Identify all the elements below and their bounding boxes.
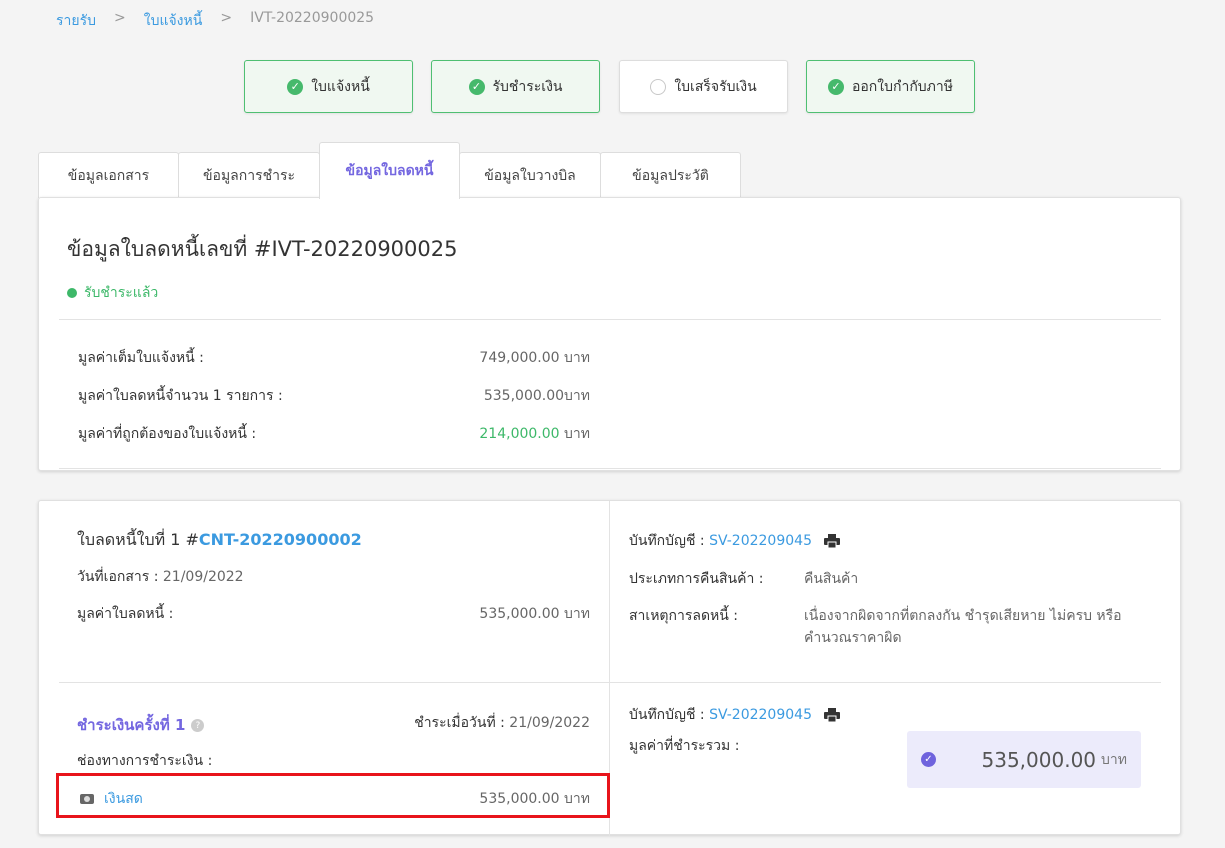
total-paid-unit: บาท <box>1101 751 1127 768</box>
summary-title: ข้อมูลใบลดหนี้เลขที่ #IVT-20220900025 <box>67 237 458 261</box>
full-value: 749,000.00 บาท <box>479 350 590 366</box>
return-type-label: ประเภทการคืนสินค้า : <box>629 571 764 587</box>
printer-icon[interactable] <box>824 708 841 722</box>
step-label: ใบแจ้งหนี้ <box>311 78 370 95</box>
payment-date-value: 21/09/2022 <box>509 715 590 731</box>
reason-line-2: คำนวณราคาผิด <box>804 630 902 646</box>
empty-circle-icon <box>650 78 667 95</box>
breadcrumb-separator: > <box>114 10 126 26</box>
check-circle-icon: ✓ <box>921 752 936 767</box>
account-label: บันทึกบัญชี : <box>629 533 705 549</box>
correct-unit: บาท <box>564 426 590 442</box>
credit-value-label: มูลค่าใบลดหนี้จำนวน 1 รายการ : <box>78 388 283 404</box>
check-circle-icon: ✓ <box>468 78 485 95</box>
payment-account-record: บันทึกบัญชี : SV-202209045 <box>629 704 841 726</box>
return-type-value: คืนสินค้า <box>804 571 859 587</box>
payment-account-link[interactable]: SV-202209045 <box>709 707 812 723</box>
help-icon[interactable]: ? <box>191 719 205 732</box>
step-receive-payment[interactable]: ✓ รับชำระเงิน <box>431 60 600 113</box>
doc-date: วันที่เอกสาร : 21/09/2022 <box>77 566 244 588</box>
status-text: รับชำระแล้ว <box>84 285 159 301</box>
breadcrumb-invoice[interactable]: ใบแจ้งหนี้ <box>144 10 203 32</box>
full-value-label: มูลค่าเต็มใบแจ้งหนี้ : <box>78 350 204 366</box>
total-paid-box: ✓ 535,000.00 บาท <box>907 731 1141 788</box>
credit-value: 535,000.00บาท <box>483 388 590 404</box>
breadcrumb-separator: > <box>220 10 233 26</box>
doc-date-label: วันที่เอกสาร : <box>77 569 159 585</box>
payment-date: ชำระเมื่อวันที่ : 21/09/2022 <box>414 712 590 734</box>
tab-document-info[interactable]: ข้อมูลเอกสาร <box>38 152 179 198</box>
credit-note-value-label: มูลค่าใบลดหนี้ : <box>77 606 174 622</box>
status-dot-icon <box>67 288 77 298</box>
tab-billing-info[interactable]: ข้อมูลใบวางบิล <box>459 152 601 198</box>
status-badge: รับชำระแล้ว <box>67 282 158 304</box>
payment-title: ชำระเงินครั้งที่ 1? <box>77 713 205 737</box>
tab-history-info[interactable]: ข้อมูลประวัติ <box>600 152 741 198</box>
correct-amount: 214,000.00 <box>479 426 560 442</box>
account-record: บันทึกบัญชี : SV-202209045 <box>629 530 841 552</box>
payment-date-label: ชำระเมื่อวันที่ : <box>414 715 505 731</box>
step-invoice[interactable]: ✓ ใบแจ้งหนี้ <box>244 60 413 113</box>
payment-method[interactable]: เงินสด <box>80 788 143 810</box>
printer-icon[interactable] <box>824 534 841 548</box>
credit-note-title-prefix: ใบลดหนี้ใบที่ 1 # <box>77 530 199 549</box>
credit-note-number-link[interactable]: CNT-20220900002 <box>199 530 362 549</box>
check-circle-icon: ✓ <box>827 78 844 95</box>
tab-payment-info[interactable]: ข้อมูลการชำระ <box>178 152 320 198</box>
total-paid-label: มูลค่าที่ชำระรวม : <box>629 738 740 754</box>
step-tax-invoice[interactable]: ✓ ออกใบกำกับภาษี <box>806 60 975 113</box>
credit-note-summary-card: ข้อมูลใบลดหนี้เลขที่ #IVT-20220900025 รั… <box>38 197 1181 471</box>
account-link[interactable]: SV-202209045 <box>709 533 812 549</box>
total-paid-amount: 535,000.00 <box>981 747 1097 772</box>
correct-value-label: มูลค่าที่ถูกต้องของใบแจ้งหนี้ : <box>78 426 257 442</box>
step-label: ออกใบกำกับภาษี <box>851 78 954 95</box>
reason-line-1: เนื่องจากผิดจากที่ตกลงกัน ชำรุดเสียหาย ไ… <box>804 608 1122 624</box>
doc-date-value: 21/09/2022 <box>162 569 244 585</box>
breadcrumb: รายรับ > ใบแจ้งหนี้ > IVT-20220900025 <box>56 10 374 32</box>
correct-value: 214,000.00 บาท <box>479 423 590 445</box>
step-label: ใบเสร็จรับเงิน <box>674 78 757 95</box>
payment-title-text: ชำระเงินครั้งที่ 1 <box>77 716 186 734</box>
check-circle-icon: ✓ <box>287 78 304 95</box>
tab-credit-note-info[interactable]: ข้อมูลใบลดหนี้ <box>319 142 460 199</box>
divider <box>59 682 1161 683</box>
account-label: บันทึกบัญชี : <box>629 707 705 723</box>
payment-method-link[interactable]: เงินสด <box>104 791 143 807</box>
cash-icon <box>80 794 94 804</box>
reason-label: สาเหตุการลดหนี้ : <box>629 608 739 624</box>
breadcrumb-income[interactable]: รายรับ <box>56 10 96 32</box>
credit-note-title: ใบลดหนี้ใบที่ 1 #CNT-20220900002 <box>77 528 362 553</box>
payment-channel-label: ช่องทางการชำระเงิน : <box>77 753 213 769</box>
step-label: รับชำระเงิน <box>492 78 563 95</box>
step-receipt[interactable]: ใบเสร็จรับเงิน <box>619 60 788 113</box>
divider <box>59 468 1161 469</box>
divider <box>59 319 1161 320</box>
payment-method-value: 535,000.00 บาท <box>479 791 590 807</box>
credit-note-detail-card: ใบลดหนี้ใบที่ 1 #CNT-20220900002 วันที่เ… <box>38 500 1181 836</box>
breadcrumb-current: IVT-20220900025 <box>250 10 375 26</box>
credit-note-value: 535,000.00 บาท <box>479 606 590 622</box>
